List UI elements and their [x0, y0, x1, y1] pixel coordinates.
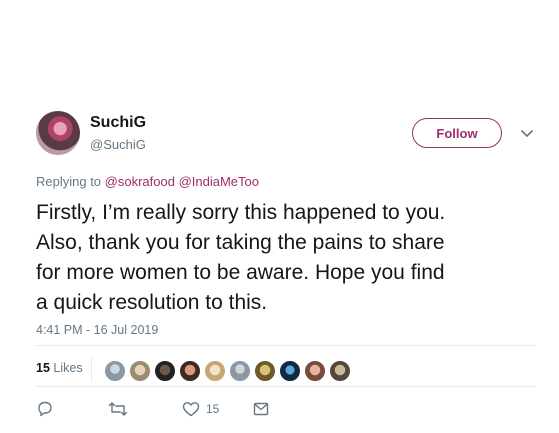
liker-avatar[interactable] — [129, 360, 151, 382]
liker-avatar[interactable] — [154, 360, 176, 382]
user-handle[interactable]: @SuchiG — [90, 137, 146, 152]
tweet-line: for more women to be aware. Hope you fin… — [36, 261, 445, 284]
reply-icon — [36, 400, 54, 418]
like-action[interactable]: 15 — [182, 400, 219, 418]
tweet-text: Firstly, I’m really sorry this happened … — [36, 198, 536, 318]
follow-button[interactable]: Follow — [412, 118, 502, 148]
liker-avatar[interactable] — [229, 360, 251, 382]
mention-link[interactable]: @sokrafood — [105, 174, 175, 189]
liker-avatar[interactable] — [104, 360, 126, 382]
likes-label: Likes — [53, 361, 83, 375]
divider — [36, 386, 536, 387]
liker-avatar[interactable] — [179, 360, 201, 382]
replying-to-label: Replying to — [36, 174, 102, 189]
liker-avatar[interactable] — [204, 360, 226, 382]
liker-avatar[interactable] — [329, 360, 351, 382]
heart-icon — [182, 400, 200, 418]
liker-avatar[interactable] — [254, 360, 276, 382]
tweet-line: Also, thank you for taking the pains to … — [36, 231, 445, 254]
replying-to: Replying to @sokrafood @IndiaMeToo — [36, 174, 259, 189]
divider — [36, 345, 536, 346]
avatar[interactable] — [36, 111, 80, 155]
liker-avatar[interactable] — [304, 360, 326, 382]
message-icon — [252, 400, 270, 418]
retweet-action[interactable] — [108, 400, 128, 418]
message-action[interactable] — [252, 400, 270, 418]
mention-link[interactable]: @IndiaMeToo — [179, 174, 259, 189]
divider — [91, 356, 92, 382]
chevron-down-icon[interactable] — [518, 124, 536, 142]
reply-action[interactable] — [36, 400, 54, 418]
like-count: 15 — [206, 402, 220, 416]
timestamp[interactable]: 4:41 PM - 16 Jul 2019 — [36, 323, 158, 337]
liker-avatar[interactable] — [279, 360, 301, 382]
likes-count[interactable]: 15 Likes — [36, 361, 83, 375]
display-name[interactable]: SuchiG — [90, 114, 146, 132]
retweet-icon — [108, 400, 128, 418]
likes-number: 15 — [36, 361, 50, 375]
tweet-line: a quick resolution to this. — [36, 291, 268, 314]
tweet-line: Firstly, I’m really sorry this happened … — [36, 201, 446, 224]
